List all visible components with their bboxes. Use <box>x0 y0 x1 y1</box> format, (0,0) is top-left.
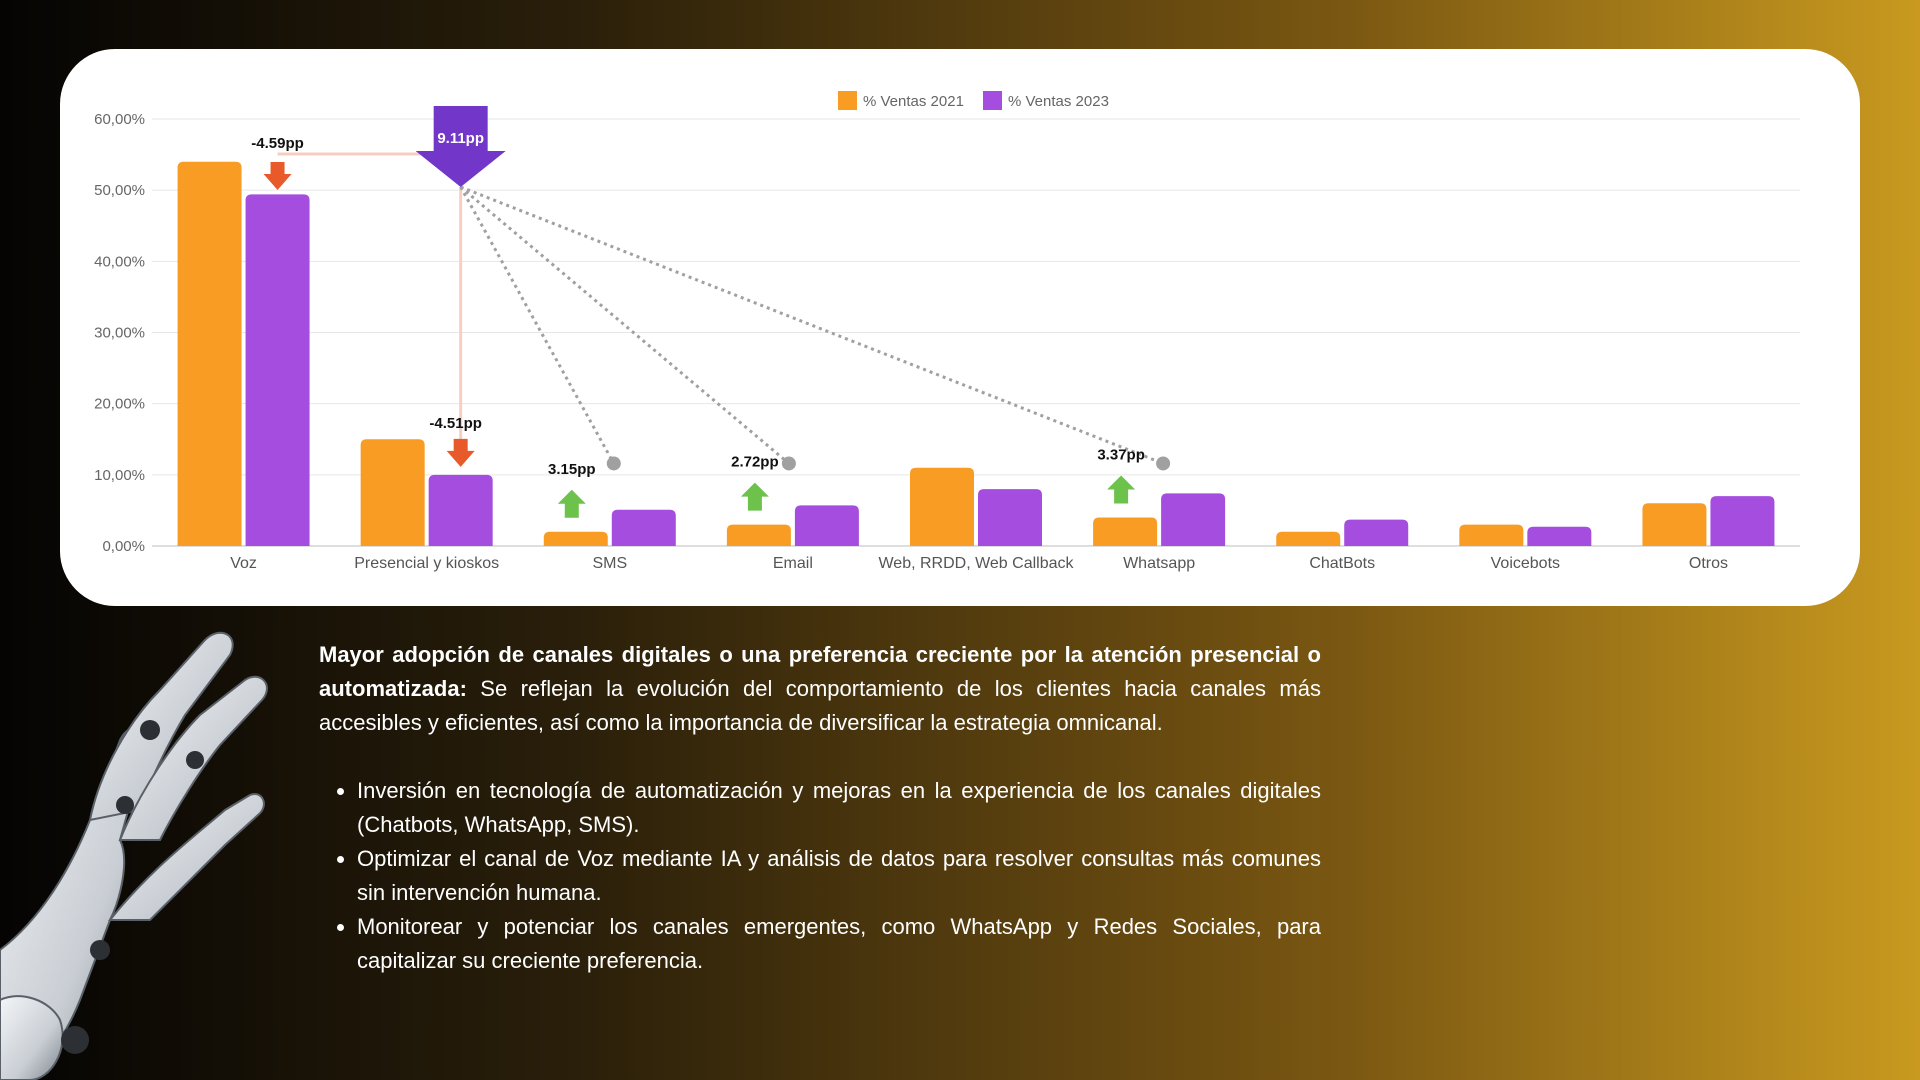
down-arrow-icon <box>446 438 475 467</box>
annotation-label: 2.72pp <box>731 454 779 471</box>
callout-label: 9.11pp <box>437 130 484 147</box>
bar <box>1093 517 1158 546</box>
x-tick-label: Whatsapp <box>1123 555 1195 572</box>
x-tick-label: ChatBots <box>1309 555 1375 572</box>
insights-text: Mayor adopción de canales digitales o un… <box>319 638 1321 978</box>
bar <box>1276 531 1341 546</box>
bullet-item: Optimizar el canal de Voz mediante IA y … <box>357 842 1321 910</box>
bar <box>1344 519 1409 546</box>
up-arrow-icon <box>557 489 586 518</box>
bullet-item: Inversión en tecnología de automatizació… <box>357 774 1321 842</box>
dotted-connector <box>460 185 1164 465</box>
y-tick-label: 10,00% <box>94 467 145 484</box>
connector-dot <box>1156 456 1171 471</box>
legend-swatch <box>983 91 1002 110</box>
x-tick-label: Presencial y kioskos <box>354 555 499 572</box>
insight-paragraph: Mayor adopción de canales digitales o un… <box>319 638 1321 740</box>
robot-hand-icon <box>0 631 268 1080</box>
chart-card: 0,00% 10,00% 20,00% 30,00% 40,00% 50,00% 60,00… <box>60 49 1860 606</box>
bar <box>978 489 1042 546</box>
x-tick-label: Otros <box>1689 555 1728 572</box>
bar <box>245 194 310 547</box>
bar <box>1161 493 1226 546</box>
bar-chart: 0,00% 10,00% 20,00% 30,00% 40,00% 50,00% 60,00… <box>94 91 1800 572</box>
bar <box>910 467 974 546</box>
bar <box>1527 526 1592 546</box>
insight-bullet-list: Inversión en tecnología de automatizació… <box>319 774 1321 978</box>
x-tick-label: Email <box>773 555 813 572</box>
annotation-label: 3.37pp <box>1097 447 1145 464</box>
legend-label: % Ventas 2021 <box>863 93 964 110</box>
x-tick-label: Voz <box>230 555 257 572</box>
up-arrow-icon <box>1107 475 1136 504</box>
bar <box>726 524 791 546</box>
annotation-label: -4.51pp <box>429 415 482 432</box>
bar <box>611 509 676 546</box>
connector-dot <box>606 456 621 471</box>
annotation-label: -4.59pp <box>251 135 304 152</box>
down-arrow-icon <box>263 162 292 190</box>
bar <box>543 531 608 546</box>
legend-label: % Ventas 2023 <box>1008 93 1109 110</box>
y-tick-label: 60,00% <box>94 111 145 128</box>
bar <box>794 505 859 546</box>
y-tick-label: 40,00% <box>94 253 145 270</box>
bar <box>1642 503 1707 546</box>
y-tick-label: 30,00% <box>94 325 145 342</box>
annotation-label: 3.15pp <box>548 461 596 478</box>
bar <box>1710 496 1775 546</box>
y-tick-label: 0,00% <box>102 538 145 555</box>
insight-body: Se reflejan la evolución del comportamie… <box>319 676 1321 735</box>
up-arrow-icon <box>740 482 769 511</box>
bar <box>1459 524 1524 546</box>
bar <box>177 161 242 546</box>
x-tick-label: SMS <box>592 555 627 572</box>
y-tick-label: 20,00% <box>94 396 145 413</box>
dotted-connector <box>459 186 616 465</box>
connector-dot <box>781 456 796 471</box>
bullet-item: Monitorear y potenciar los canales emerg… <box>357 910 1321 978</box>
legend-swatch <box>838 91 857 110</box>
y-tick-label: 50,00% <box>94 182 145 199</box>
x-tick-label: Web, RRDD, Web Callback <box>878 555 1074 572</box>
bar <box>428 474 493 546</box>
bar <box>360 439 425 546</box>
dotted-connector <box>459 185 790 465</box>
x-tick-label: Voicebots <box>1491 555 1560 572</box>
